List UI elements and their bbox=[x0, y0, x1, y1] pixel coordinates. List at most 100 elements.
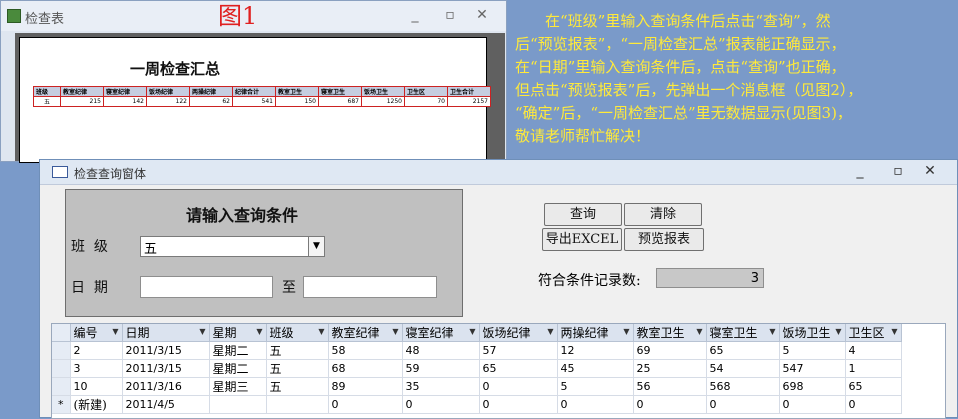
table-cell[interactable] bbox=[266, 395, 329, 414]
new-row-marker[interactable]: * bbox=[52, 395, 71, 414]
table-cell[interactable]: 5 bbox=[557, 377, 634, 396]
chevron-down-icon[interactable]: ▼ bbox=[392, 327, 398, 336]
chevron-down-icon[interactable]: ▼ bbox=[469, 327, 475, 336]
table-row[interactable]: 10 2011/3/16 星期三五 89 35 0 5 56 568 698 65 bbox=[52, 377, 902, 396]
table-cell[interactable]: 69 bbox=[633, 341, 707, 360]
table-cell[interactable]: 0 bbox=[706, 395, 780, 414]
date-to-field[interactable] bbox=[303, 276, 437, 298]
table-cell[interactable]: 568 bbox=[706, 377, 780, 396]
new-record-row[interactable]: * (新建) 2011/4/5 0 0 0 0 0 0 0 0 bbox=[52, 395, 902, 414]
table-cell[interactable]: 48 bbox=[402, 341, 480, 360]
column-header[interactable]: 教室卫生 ▼ bbox=[633, 324, 707, 342]
report-header-cell: 寝室卫生 bbox=[318, 86, 362, 97]
chevron-down-icon[interactable]: ▼ bbox=[696, 327, 702, 336]
minimize-icon[interactable]: _ bbox=[406, 7, 424, 23]
row-selector[interactable] bbox=[52, 359, 71, 378]
chevron-down-icon[interactable]: ▼ bbox=[547, 327, 553, 336]
table-cell[interactable]: 25 bbox=[633, 359, 707, 378]
table-cell[interactable]: 0 bbox=[402, 395, 480, 414]
table-cell[interactable]: 2011/3/16 bbox=[122, 377, 210, 396]
table-cell[interactable]: 星期三 bbox=[209, 377, 267, 396]
table-cell[interactable]: 89 bbox=[328, 377, 403, 396]
query-button[interactable]: 查询 bbox=[544, 203, 622, 226]
table-cell[interactable]: 0 bbox=[479, 395, 558, 414]
column-header-label: 两操纪律 bbox=[560, 326, 609, 340]
table-cell[interactable]: 56 bbox=[633, 377, 707, 396]
table-cell[interactable]: 五 bbox=[266, 377, 329, 396]
table-cell[interactable]: 星期二 bbox=[209, 341, 267, 360]
window-title: 检查查询窗体 bbox=[74, 167, 147, 181]
table-cell[interactable]: 五 bbox=[266, 341, 329, 360]
table-cell[interactable]: 58 bbox=[328, 341, 403, 360]
table-cell[interactable]: 0 bbox=[633, 395, 707, 414]
chevron-down-icon[interactable]: ▼ bbox=[769, 327, 775, 336]
table-cell[interactable]: 35 bbox=[402, 377, 480, 396]
preview-report-button[interactable]: 预览报表 bbox=[624, 228, 704, 251]
column-header[interactable]: 班级 ▼ bbox=[266, 324, 329, 342]
table-cell[interactable]: 0 bbox=[328, 395, 403, 414]
table-cell[interactable]: 5 bbox=[779, 341, 846, 360]
table-cell[interactable]: 547 bbox=[779, 359, 846, 378]
column-header[interactable]: 饭场纪律 ▼ bbox=[479, 324, 558, 342]
chevron-down-icon[interactable]: ▼ bbox=[835, 327, 841, 336]
table-cell[interactable] bbox=[209, 395, 267, 414]
column-header[interactable]: 两操纪律 ▼ bbox=[557, 324, 634, 342]
table-cell[interactable]: 54 bbox=[706, 359, 780, 378]
select-all-corner[interactable] bbox=[52, 324, 71, 342]
table-cell[interactable]: 2 bbox=[70, 341, 123, 360]
table-cell[interactable]: 五 bbox=[266, 359, 329, 378]
column-header[interactable]: 日期 ▼ bbox=[122, 324, 210, 342]
table-cell[interactable]: 1 bbox=[845, 359, 902, 378]
table-cell[interactable]: 68 bbox=[328, 359, 403, 378]
table-cell[interactable]: 698 bbox=[779, 377, 846, 396]
close-icon[interactable]: ✕ bbox=[473, 7, 491, 23]
row-selector[interactable] bbox=[52, 341, 71, 360]
table-cell[interactable]: 2011/4/5 bbox=[122, 395, 210, 414]
table-cell[interactable]: 65 bbox=[479, 359, 558, 378]
column-header[interactable]: 卫生区 ▼ bbox=[845, 324, 902, 342]
clear-button[interactable]: 清除 bbox=[624, 203, 702, 226]
table-cell[interactable]: 59 bbox=[402, 359, 480, 378]
table-cell[interactable]: 10 bbox=[70, 377, 123, 396]
restore-icon[interactable]: ▫ bbox=[888, 163, 908, 179]
row-selector[interactable] bbox=[52, 377, 71, 396]
column-header[interactable]: 饭场卫生 ▼ bbox=[779, 324, 846, 342]
chevron-down-icon[interactable]: ▼ bbox=[199, 327, 205, 336]
column-header-label: 班级 bbox=[269, 326, 294, 340]
export-excel-button[interactable]: 导出EXCEL bbox=[542, 228, 622, 251]
table-cell[interactable]: 65 bbox=[706, 341, 780, 360]
table-cell[interactable]: 0 bbox=[779, 395, 846, 414]
column-header[interactable]: 寝室卫生 ▼ bbox=[706, 324, 780, 342]
minimize-icon[interactable]: _ bbox=[850, 163, 870, 179]
close-icon[interactable]: ✕ bbox=[920, 163, 940, 179]
chevron-down-icon[interactable]: ▼ bbox=[308, 237, 324, 256]
table-cell[interactable]: 65 bbox=[845, 377, 902, 396]
table-cell[interactable]: 45 bbox=[557, 359, 634, 378]
restore-icon[interactable]: ▫ bbox=[441, 7, 459, 23]
table-row[interactable]: 3 2011/3/15 星期二五 68 59 65 45 25 54 547 1 bbox=[52, 359, 902, 378]
chevron-down-icon[interactable]: ▼ bbox=[112, 327, 118, 336]
table-cell[interactable]: 2011/3/15 bbox=[122, 359, 210, 378]
column-header[interactable]: 教室纪律 ▼ bbox=[328, 324, 403, 342]
table-cell[interactable]: 57 bbox=[479, 341, 558, 360]
table-cell[interactable]: 4 bbox=[845, 341, 902, 360]
table-row[interactable]: 2 2011/3/15 星期二五 58 48 57 12 69 65 5 4 bbox=[52, 341, 902, 360]
table-cell[interactable]: (新建) bbox=[70, 395, 123, 414]
table-cell[interactable]: 0 bbox=[845, 395, 902, 414]
column-header[interactable]: 寝室纪律 ▼ bbox=[402, 324, 480, 342]
column-header[interactable]: 星期 ▼ bbox=[209, 324, 267, 342]
chevron-down-icon[interactable]: ▼ bbox=[318, 327, 324, 336]
table-cell[interactable]: 2011/3/15 bbox=[122, 341, 210, 360]
table-cell[interactable]: 3 bbox=[70, 359, 123, 378]
table-cell[interactable]: 0 bbox=[479, 377, 558, 396]
class-combo[interactable]: 五 ▼ bbox=[140, 236, 325, 257]
datasheet: 编号 ▼ 日期 ▼ 星期 ▼ 班级 ▼ 教室纪律 ▼ 寝室纪律 ▼ 饭场纪律 ▼ 两操纪律 ▼ 教室卫生 ▼ 寝室卫… bbox=[51, 323, 946, 419]
table-cell[interactable]: 星期二 bbox=[209, 359, 267, 378]
date-from-field[interactable] bbox=[140, 276, 273, 298]
table-cell[interactable]: 0 bbox=[557, 395, 634, 414]
table-cell[interactable]: 12 bbox=[557, 341, 634, 360]
column-header[interactable]: 编号 ▼ bbox=[70, 324, 123, 342]
chevron-down-icon[interactable]: ▼ bbox=[256, 327, 262, 336]
chevron-down-icon[interactable]: ▼ bbox=[891, 327, 897, 336]
chevron-down-icon[interactable]: ▼ bbox=[623, 327, 629, 336]
